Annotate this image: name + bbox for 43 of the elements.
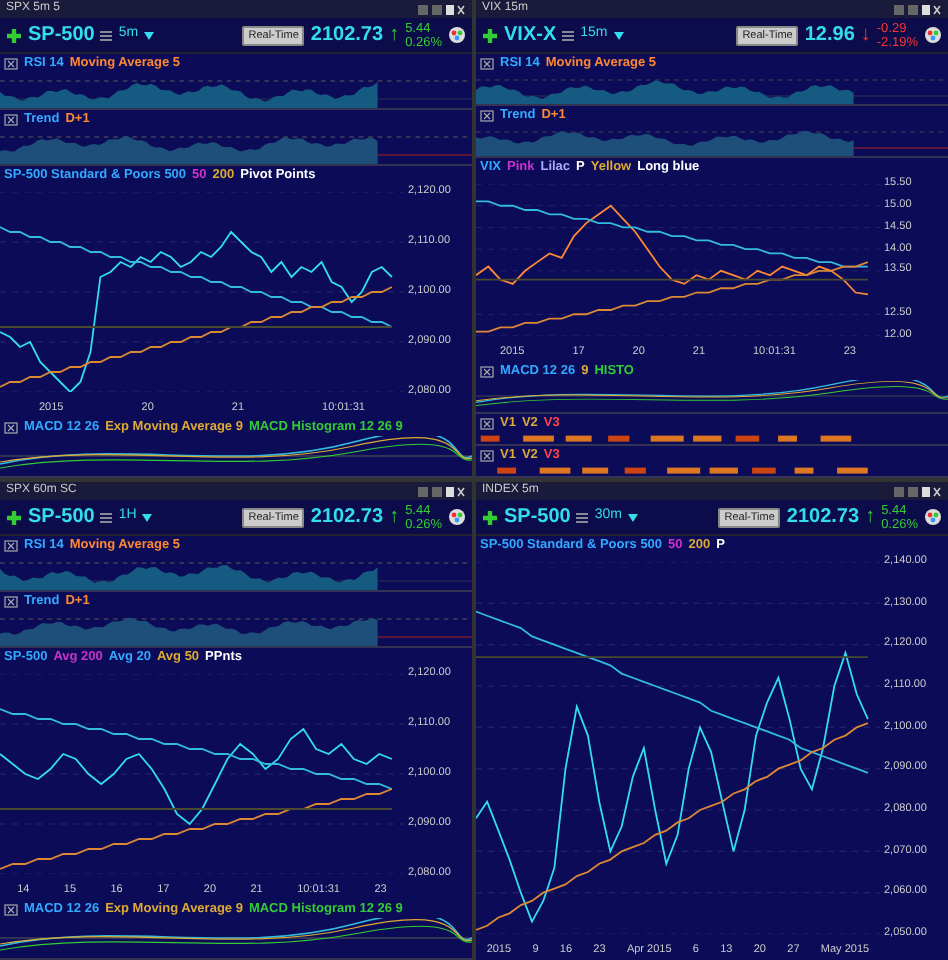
color-wheel-icon xyxy=(448,26,466,44)
price-value: 2102.73 xyxy=(786,504,860,532)
list-icon xyxy=(100,511,113,523)
symbol-label: SP-500 xyxy=(504,504,571,532)
window-controls-icon xyxy=(894,485,942,497)
list-icon xyxy=(100,29,113,41)
list-icon xyxy=(562,29,575,41)
price-value: 2102.73 xyxy=(310,22,384,50)
close-icon xyxy=(4,539,18,551)
close-icon xyxy=(4,595,18,607)
color-wheel-icon xyxy=(448,508,466,526)
price-value: 2102.73 xyxy=(310,504,384,532)
window-controls-icon xyxy=(894,3,942,15)
close-icon xyxy=(480,109,494,121)
close-icon xyxy=(4,113,18,125)
symbol-label: SP-500 xyxy=(28,504,95,532)
list-icon xyxy=(576,511,589,523)
close-icon xyxy=(480,449,494,461)
plus-icon xyxy=(482,27,498,43)
change-arrow: ↑ xyxy=(389,25,400,45)
close-icon xyxy=(4,421,18,433)
plus-icon xyxy=(6,27,22,43)
close-icon xyxy=(480,57,494,69)
plus-icon xyxy=(482,509,498,525)
caret-icon xyxy=(144,31,155,39)
symbol-label: VIX-X xyxy=(504,22,557,50)
symbol-label: SP-500 xyxy=(28,22,95,50)
caret-icon xyxy=(627,513,638,521)
plus-icon xyxy=(6,509,22,525)
window-controls-icon xyxy=(418,485,466,497)
window-controls-icon xyxy=(418,3,466,15)
caret-icon xyxy=(142,513,153,521)
change-arrow: ↓ xyxy=(860,25,871,45)
close-icon xyxy=(4,903,18,915)
change-arrow: ↑ xyxy=(865,507,876,527)
close-icon xyxy=(480,365,494,377)
change-arrow: ↑ xyxy=(389,507,400,527)
price-value: 12.96 xyxy=(804,22,855,50)
close-icon xyxy=(4,57,18,69)
caret-icon xyxy=(613,31,624,39)
color-wheel-icon xyxy=(924,508,942,526)
close-icon xyxy=(480,417,494,429)
color-wheel-icon xyxy=(924,26,942,44)
